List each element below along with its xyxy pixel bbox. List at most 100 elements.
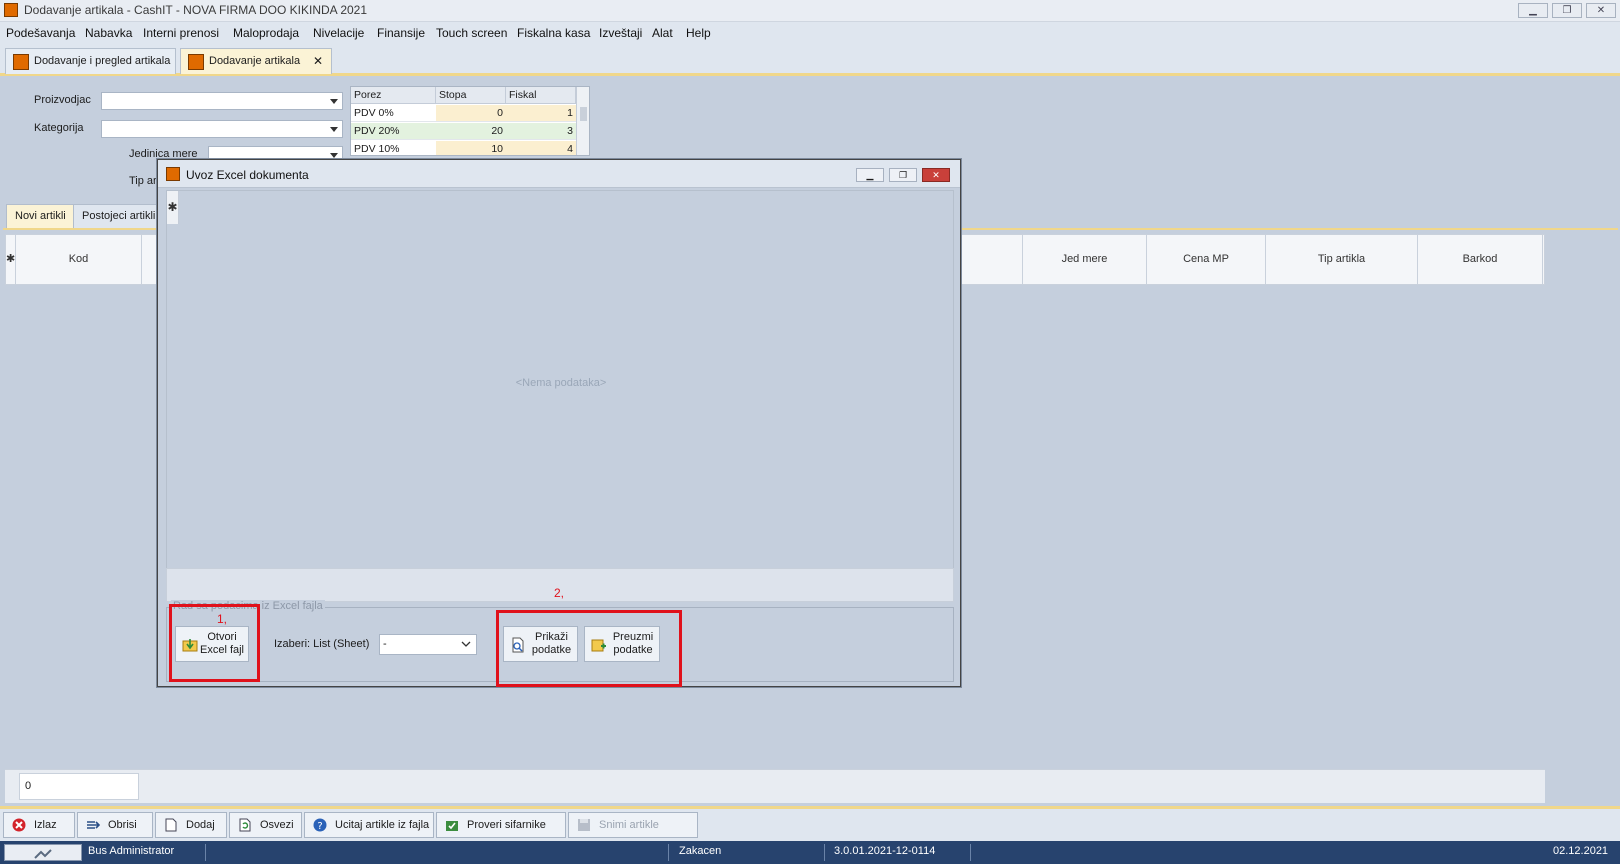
status-separator [668,844,669,861]
sheet-label: Izaberi: List (Sheet) [274,638,370,650]
status-version: 3.0.01.2021-12-0114 [834,845,936,857]
menu-bar: Podešavanja Nabavka Interni prenosi Malo… [0,22,1620,44]
dialog-title: Uvoz Excel dokumenta [186,168,309,182]
menu-podesavanja[interactable]: Podešavanja [6,26,75,40]
close-tab-icon[interactable]: ✕ [313,49,323,73]
chevron-down-icon [330,99,338,104]
check-icon [446,821,458,831]
status-separator [824,844,825,861]
annotation-box-2 [496,610,682,687]
help-icon: ? [313,818,327,832]
tax-cell[interactable]: 0 [436,105,506,122]
izlaz-button[interactable]: Izlaz [3,812,75,838]
minimize-button[interactable]: ▁ [1518,3,1548,18]
status-state: Zakacen [679,845,722,857]
tab-dodavanje-i-pregled[interactable]: Dodavanje i pregled artikala [5,48,176,74]
dialog-app-icon [166,167,180,181]
tax-cell[interactable]: PDV 10% [351,141,436,155]
osvezi-label: Osvezi [260,819,294,831]
bottom-toolbar: Izlaz Obrisi Dodaj Osvezi ? Ucitaj artik… [0,809,1620,841]
menu-fiskalna-kasa[interactable]: Fiskalna kasa [517,26,590,40]
tab-dodavanje-artikala[interactable]: Dodavanje artikala ✕ [180,48,332,74]
tax-cell[interactable]: 10 [436,141,506,155]
tab-novi-artikli[interactable]: Novi artikli [6,204,75,228]
svg-text:?: ? [317,821,322,832]
proveri-label: Proveri sifarnike [467,819,546,831]
tip-artikla-label: Tip ar [129,175,157,187]
menu-alat[interactable]: Alat [652,26,673,40]
sheet-select[interactable]: - [379,634,477,655]
column-cena-mp[interactable]: Cena MP [1147,235,1266,284]
kategorija-combo[interactable] [101,120,343,138]
kategorija-label: Kategorija [34,122,84,134]
refresh-icon [239,818,251,832]
app-tab-icon [13,54,29,70]
annotation-number-1: 1, [217,612,228,626]
tab-label: Dodavanje i pregled artikala [34,55,171,67]
obrisi-button[interactable]: Obrisi [77,812,153,838]
tax-cell[interactable]: 20 [436,123,506,140]
document-tab-strip: Dodavanje i pregled artikala Dodavanje a… [0,44,1620,76]
status-bar: Bus Administrator Zakacen 3.0.01.2021-12… [0,841,1620,864]
close-window-button[interactable]: ✕ [1586,3,1616,18]
proizvodjac-combo[interactable] [101,92,343,110]
column-barkod[interactable]: Barkod [1418,235,1543,284]
row-indicator-icon: ✱ [6,235,16,284]
tax-cell[interactable]: 3 [506,123,576,140]
tax-cell[interactable]: PDV 0% [351,105,436,122]
obrisi-label: Obrisi [108,819,137,831]
exit-icon [12,818,26,832]
column-kod[interactable]: Kod [16,235,142,284]
dialog-maximize-button[interactable]: ❐ [889,168,917,182]
delete-row-icon [87,821,100,829]
restore-button[interactable]: ❐ [1552,3,1582,18]
tab-label: Dodavanje artikala [209,55,301,67]
snimi-artikle-button[interactable]: Snimi artikle [568,812,698,838]
scrollbar-thumb[interactable] [580,107,587,121]
menu-izvestaji[interactable]: Izveštaji [599,26,642,40]
tax-scrollbar[interactable] [576,87,589,155]
row-indicator-icon: ✱ [167,191,179,224]
menu-touch-screen[interactable]: Touch screen [436,26,507,40]
column-tip-artikla[interactable]: Tip artikla [1266,235,1418,284]
tax-grid: Porez Stopa Fiskal PDV 0% 0 1 PDV 20% 20… [350,86,590,156]
osvezi-button[interactable]: Osvezi [229,812,302,838]
tax-cell[interactable]: 4 [506,141,576,155]
menu-nabavka[interactable]: Nabavka [85,26,132,40]
menu-nivelacije[interactable]: Nivelacije [313,26,364,40]
plug-icon [34,849,52,859]
excel-import-dialog: Uvoz Excel dokumenta ▁ ❐ ✕ <Nema podatak… [157,159,961,687]
status-separator [970,844,971,861]
window-title: Dodavanje artikala - CashIT - NOVA FIRMA… [24,3,368,17]
new-document-icon [165,818,177,832]
tax-header-fiskal[interactable]: Fiskal [506,87,576,104]
tab-postojeci-artikli[interactable]: Postojeci artikli [73,204,165,228]
tax-cell[interactable]: PDV 20% [351,123,436,140]
ucitaj-artikle-button[interactable]: ? Ucitaj artikle iz fajla [304,812,434,838]
tax-header-stopa[interactable]: Stopa [436,87,506,104]
izlaz-label: Izlaz [34,819,57,831]
proizvodjac-label: Proizvodjac [34,94,91,106]
excel-preview-grid[interactable]: <Nema podataka> ✱ [166,190,954,575]
tax-header-porez[interactable]: Porez [351,87,436,104]
status-separator [205,844,206,861]
dialog-close-button[interactable]: ✕ [922,168,950,182]
menu-help[interactable]: Help [686,26,711,40]
chevron-down-icon [330,127,338,132]
proveri-sifarnike-button[interactable]: Proveri sifarnike [436,812,566,838]
status-date: 02.12.2021 [1553,845,1609,857]
menu-interni-prenosi[interactable]: Interni prenosi [143,26,219,40]
row-count-box: 0 [19,773,139,800]
dodaj-button[interactable]: Dodaj [155,812,227,838]
annotation-box-1 [169,604,260,682]
dialog-minimize-button[interactable]: ▁ [856,168,884,182]
column-jed-mere[interactable]: Jed mere [1022,235,1147,284]
tax-cell[interactable]: 1 [506,105,576,122]
status-user: Bus Administrator [88,845,175,857]
app-icon [4,3,18,17]
menu-finansije[interactable]: Finansije [377,26,425,40]
menu-maloprodaja[interactable]: Maloprodaja [233,26,299,40]
app-tab-icon [188,54,204,70]
annotation-number-2: 2, [554,586,565,600]
sheet-select-value: - [383,638,387,650]
